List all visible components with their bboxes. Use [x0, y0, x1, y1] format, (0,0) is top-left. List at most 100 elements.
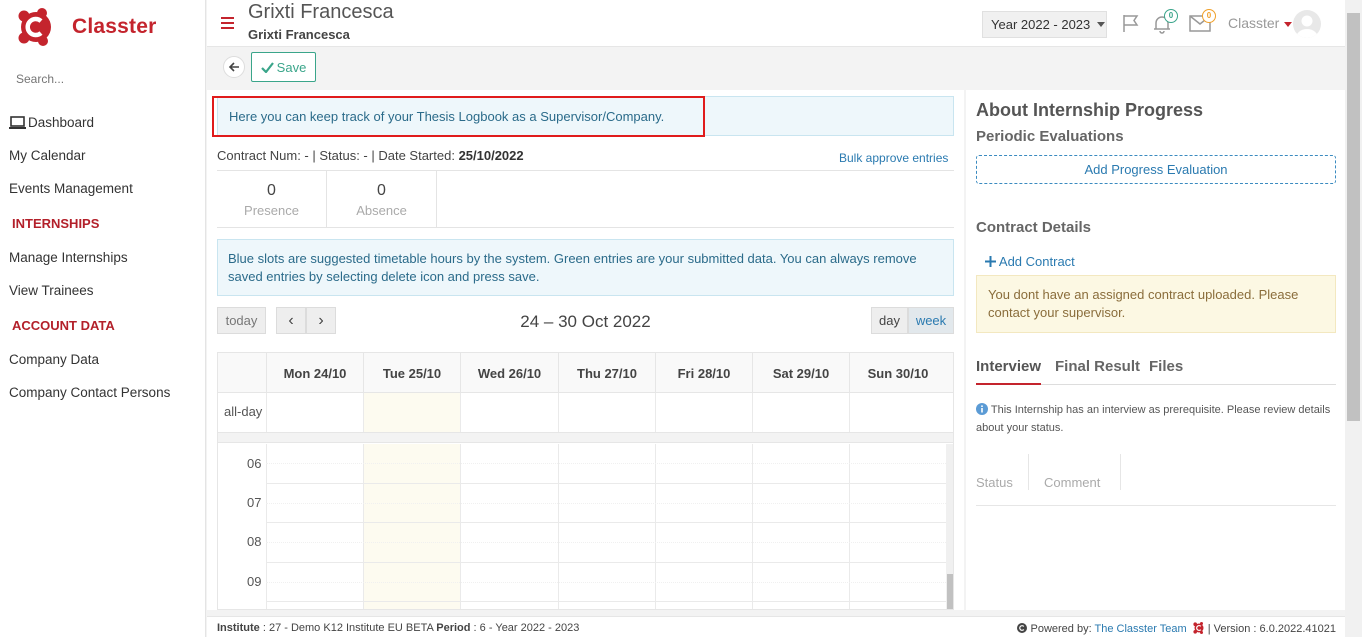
powered-by-label: Powered by: — [1030, 623, 1095, 635]
date-started: 25/10/2022 — [458, 148, 524, 163]
allday-row: all-day — [218, 393, 953, 433]
time-column-tue[interactable] — [363, 444, 460, 609]
sidebar-item-events-management[interactable]: Events Management — [0, 172, 206, 205]
save-button-label: Save — [276, 59, 307, 75]
time-column-mon[interactable] — [266, 444, 363, 609]
absence-stat: 0 Absence — [327, 171, 437, 227]
internship-progress-panel: About Internship Progress Periodic Evalu… — [966, 90, 1345, 610]
page-scrollbar[interactable] — [1345, 0, 1362, 637]
sidebar-item-company-data[interactable]: Company Data — [0, 343, 206, 376]
calendar-scrollbar[interactable] — [946, 444, 953, 609]
contract-prefix: Contract Num: - | Status: - | Date Start… — [217, 148, 459, 163]
tab-final-result[interactable]: Final Result — [1055, 358, 1140, 375]
calendar-week-view-button[interactable]: week — [908, 307, 954, 334]
institute-value: : 27 - Demo K12 Institute EU BETA — [259, 622, 437, 634]
back-button[interactable] — [223, 56, 245, 78]
allday-cell-mon[interactable] — [266, 393, 363, 432]
sidebar-item-dashboard[interactable]: Dashboard — [0, 106, 206, 139]
bulk-approve-link[interactable]: Bulk approve entries — [839, 151, 948, 165]
page-scrollbar-thumb[interactable] — [1347, 13, 1360, 421]
allday-cell-sat[interactable] — [752, 393, 849, 432]
sidebar-item-label: Manage Internships — [9, 250, 128, 265]
interview-table: Status Comment — [976, 454, 1336, 506]
search-input[interactable] — [16, 72, 186, 86]
logbook-panel: Here you can keep track of your Thesis L… — [207, 90, 964, 610]
copyright-icon — [1017, 623, 1028, 633]
tab-interview[interactable]: Interview — [976, 358, 1042, 385]
day-header-fri: Fri 28/10 — [655, 353, 752, 393]
add-progress-evaluation-button[interactable]: Add Progress Evaluation — [976, 155, 1336, 184]
sidebar-section-internships: INTERNSHIPS — [12, 215, 100, 231]
period-label: Period — [436, 622, 471, 634]
classter-team-link[interactable]: The Classter Team — [1095, 623, 1187, 635]
sidebar-item-my-calendar[interactable]: My Calendar — [0, 139, 206, 172]
check-icon — [260, 61, 274, 73]
time-grid[interactable]: 06 07 08 09 — [218, 444, 946, 609]
calendar-divider — [218, 433, 953, 443]
plus-icon — [985, 256, 996, 267]
add-contract-label: Add Contract — [998, 254, 1075, 269]
presence-label: Presence — [244, 203, 299, 218]
time-column-wed[interactable] — [460, 444, 558, 609]
app-logo[interactable]: Classter — [16, 6, 156, 48]
column-header-status: Status — [976, 454, 1029, 490]
half-hour-line — [266, 503, 946, 504]
footer: Institute : 27 - Demo K12 Institute EU B… — [207, 616, 1345, 637]
allday-cell-sun[interactable] — [849, 393, 946, 432]
sidebar-item-label: My Calendar — [9, 148, 86, 163]
messages-badge: 0 — [1202, 9, 1216, 23]
user-menu-caret-icon[interactable] — [1284, 22, 1292, 27]
periodic-evaluations-heading: Periodic Evaluations — [976, 128, 1124, 145]
flag-icon[interactable] — [1121, 13, 1141, 33]
absence-value: 0 — [377, 182, 386, 199]
allday-cell-wed[interactable] — [460, 393, 558, 432]
calendar-scrollbar-thumb[interactable] — [947, 574, 953, 609]
save-button[interactable]: Save — [251, 52, 316, 82]
calendar-day-view-button[interactable]: day — [871, 307, 908, 334]
time-column-sun[interactable] — [849, 444, 946, 609]
allday-cell-tue[interactable] — [363, 393, 460, 432]
attendance-stats: 0 Presence 0 Absence — [217, 170, 954, 228]
hour-line — [266, 601, 946, 602]
sidebar-item-label: Company Contact Persons — [9, 385, 171, 400]
hour-label: 07 — [247, 495, 262, 510]
sidebar-item-company-contact-persons[interactable]: Company Contact Persons — [0, 376, 206, 409]
tab-files[interactable]: Files — [1149, 358, 1183, 375]
hour-label: 09 — [247, 574, 262, 589]
day-header-sun: Sun 30/10 — [849, 353, 946, 393]
sidebar-item-label: Company Data — [9, 352, 100, 367]
menu-toggle-icon[interactable] — [221, 17, 234, 29]
year-select[interactable]: Year 2022 - 2023 — [982, 11, 1107, 38]
interview-note: This Internship has an interview as prer… — [976, 401, 1336, 437]
calendar-prev-button[interactable]: ‹ — [276, 307, 306, 334]
footer-institute: Institute : 27 - Demo K12 Institute EU B… — [217, 622, 579, 634]
half-hour-line — [266, 542, 946, 543]
user-silhouette-icon — [1296, 15, 1318, 38]
no-contract-warning: You dont have an assigned contract uploa… — [976, 275, 1336, 333]
time-column-thu[interactable] — [558, 444, 655, 609]
sidebar-nav: Dashboard My Calendar Events Management … — [0, 106, 206, 409]
half-hour-line — [266, 582, 946, 583]
time-column-fri[interactable] — [655, 444, 752, 609]
sidebar: Classter Dashboard My Calendar Events Ma… — [0, 0, 206, 637]
calendar-next-button[interactable]: › — [306, 307, 336, 334]
year-select-value: Year 2022 - 2023 — [991, 17, 1091, 32]
add-contract-link[interactable]: Add Contract — [985, 254, 1075, 269]
laptop-icon — [9, 115, 26, 129]
day-header-thu: Thu 27/10 — [558, 353, 655, 393]
allday-cell-thu[interactable] — [558, 393, 655, 432]
user-menu[interactable]: Classter — [1228, 15, 1279, 31]
time-column-sat[interactable] — [752, 444, 849, 609]
notifications-badge: 0 — [1164, 9, 1178, 23]
allday-label: all-day — [224, 404, 263, 419]
calendar-today-button[interactable]: today — [217, 307, 266, 334]
contract-summary: Contract Num: - | Status: - | Date Start… — [217, 148, 524, 163]
hour-line — [266, 562, 946, 563]
allday-cell-fri[interactable] — [655, 393, 752, 432]
hour-line — [266, 483, 946, 484]
calendar-header-row: Mon 24/10 Tue 25/10 Wed 26/10 Thu 27/10 … — [218, 353, 953, 393]
sidebar-item-view-trainees[interactable]: View Trainees — [0, 274, 206, 307]
sidebar-item-manage-internships[interactable]: Manage Internships — [0, 241, 206, 274]
avatar[interactable] — [1293, 10, 1321, 38]
app-name: Classter — [72, 15, 157, 38]
